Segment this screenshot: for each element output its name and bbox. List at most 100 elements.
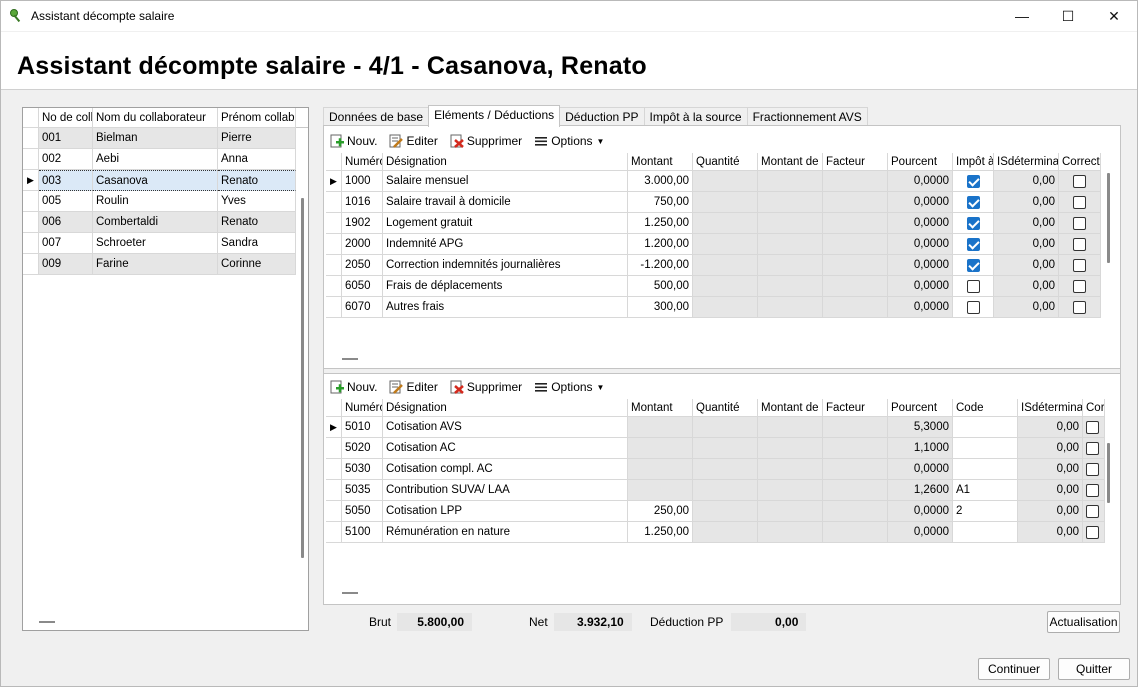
col-header-no[interactable]: No de colla [39, 108, 93, 128]
employee-row[interactable]: ▶ 003 Casanova Renato [23, 170, 308, 191]
options-element-button[interactable]: Options ▼ [534, 134, 604, 148]
impot-checkbox[interactable] [966, 258, 980, 272]
grid-splitter[interactable] [324, 368, 1120, 374]
employee-row[interactable]: 006 Combertaldi Renato [23, 212, 308, 233]
deduction-code[interactable] [953, 417, 1018, 438]
col-header[interactable]: Correction [1059, 153, 1101, 171]
col-header[interactable]: Pourcent [888, 399, 953, 417]
deductions-scrollbar[interactable] [1107, 443, 1110, 503]
element-montant[interactable]: 1.250,00 [628, 213, 693, 234]
elements-scrollbar[interactable] [1107, 173, 1110, 263]
deduction-row[interactable]: 5035 Contribution SUVA/ LAA 1,2600 A1 0,00 [326, 480, 1105, 501]
impot-checkbox[interactable] [966, 216, 980, 230]
element-montant[interactable]: 500,00 [628, 276, 693, 297]
tab-donnees-de-base[interactable]: Données de base [323, 107, 430, 127]
element-montant[interactable]: 3.000,00 [628, 171, 693, 192]
new-element-button[interactable]: Nouv. [330, 134, 377, 148]
col-header[interactable]: ISdéterminan [1018, 399, 1083, 417]
deduction-code[interactable] [953, 459, 1018, 480]
deduction-code[interactable]: 2 [953, 501, 1018, 522]
col-header[interactable]: ISdéterminan [994, 153, 1059, 171]
col-header-prenom[interactable]: Prénom collabor [218, 108, 296, 128]
col-header[interactable]: Numéro [342, 399, 383, 417]
col-header[interactable]: Quantité [693, 153, 758, 171]
close-button[interactable]: ✕ [1091, 1, 1137, 31]
col-header[interactable]: Pourcent [888, 153, 953, 171]
deduction-code[interactable] [953, 438, 1018, 459]
tab-deduction-pp[interactable]: Déduction PP [559, 107, 645, 127]
correction-checkbox[interactable] [1086, 525, 1099, 539]
refresh-button[interactable]: Actualisation [1047, 611, 1120, 633]
employee-grid[interactable]: No de colla Nom du collaborateur Prénom … [22, 107, 309, 631]
col-header-nom[interactable]: Nom du collaborateur [93, 108, 218, 128]
edit-element-button[interactable]: Editer [389, 134, 438, 148]
correction-checkbox[interactable] [1086, 420, 1099, 434]
impot-checkbox[interactable] [966, 174, 980, 188]
deduction-montant[interactable] [628, 438, 693, 459]
element-row[interactable]: 2000 Indemnité APG 1.200,00 0,0000 0,00 [326, 234, 1101, 255]
col-header[interactable]: Désignation [383, 153, 628, 171]
employee-row[interactable]: 001 Bielman Pierre [23, 128, 308, 149]
impot-checkbox[interactable] [966, 300, 980, 314]
elements-grid[interactable]: Numéro Désignation Montant Quantité Montant … [326, 153, 1101, 318]
col-header[interactable]: Facteur [823, 399, 888, 417]
correction-checkbox[interactable] [1073, 300, 1086, 314]
deductions-grid[interactable]: Numéro Désignation Montant Quantité Montant … [326, 399, 1105, 543]
employee-row[interactable]: 007 Schroeter Sandra [23, 233, 308, 254]
employee-row[interactable]: 005 Roulin Yves [23, 191, 308, 212]
continue-button[interactable]: Continuer [978, 658, 1050, 680]
correction-checkbox[interactable] [1073, 216, 1086, 230]
col-header[interactable]: Montant [628, 399, 693, 417]
deduction-montant[interactable] [628, 480, 693, 501]
deduction-montant[interactable]: 1.250,00 [628, 522, 693, 543]
impot-checkbox[interactable] [966, 195, 980, 209]
deduction-code[interactable]: A1 [953, 480, 1018, 501]
deduction-row[interactable]: 5020 Cotisation AC 1,1000 0,00 [326, 438, 1105, 459]
tab-fractionnement-avs[interactable]: Fractionnement AVS [746, 107, 868, 127]
tab-elements-deductions[interactable]: Eléments / Déductions [428, 105, 561, 127]
element-row[interactable]: 6050 Frais de déplacements 500,00 0,0000 0,0… [326, 276, 1101, 297]
element-row[interactable]: 6070 Autres frais 300,00 0,0000 0,00 [326, 297, 1101, 318]
correction-checkbox[interactable] [1073, 258, 1086, 272]
correction-checkbox[interactable] [1086, 504, 1099, 518]
options-deduction-button[interactable]: Options ▼ [534, 380, 604, 394]
element-row[interactable]: 1902 Logement gratuit 1.250,00 0,0000 0,00 [326, 213, 1101, 234]
col-header[interactable]: Numéro [342, 153, 383, 171]
correction-checkbox[interactable] [1073, 237, 1086, 251]
minimize-button[interactable]: — [999, 1, 1045, 31]
deduction-row[interactable]: ▶ 5010 Cotisation AVS 5,3000 0,00 [326, 417, 1105, 438]
employee-row[interactable]: 002 Aebi Anna [23, 149, 308, 170]
col-header[interactable]: Désignation [383, 399, 628, 417]
col-header[interactable]: Code [953, 399, 1018, 417]
tab-impot-source[interactable]: Impôt à la source [643, 107, 748, 127]
delete-deduction-button[interactable]: Supprimer [450, 380, 522, 394]
impot-checkbox[interactable] [966, 237, 980, 251]
col-header[interactable]: Montant de b [758, 399, 823, 417]
element-montant[interactable]: 750,00 [628, 192, 693, 213]
col-header[interactable]: Facteur [823, 153, 888, 171]
deduction-row[interactable]: 5030 Cotisation compl. AC 0,0000 0,00 [326, 459, 1105, 480]
col-header[interactable]: Montant [628, 153, 693, 171]
deduction-montant[interactable] [628, 417, 693, 438]
correction-checkbox[interactable] [1086, 462, 1099, 476]
element-montant[interactable]: 1.200,00 [628, 234, 693, 255]
deduction-code[interactable] [953, 522, 1018, 543]
new-deduction-button[interactable]: Nouv. [330, 380, 377, 394]
maximize-button[interactable]: ☐ [1045, 1, 1091, 31]
deduction-montant[interactable]: 250,00 [628, 501, 693, 522]
correction-checkbox[interactable] [1086, 441, 1099, 455]
correction-checkbox[interactable] [1073, 195, 1086, 209]
impot-checkbox[interactable] [966, 279, 980, 293]
employee-scrollbar[interactable] [301, 198, 304, 558]
delete-element-button[interactable]: Supprimer [450, 134, 522, 148]
element-row[interactable]: 2050 Correction indemnités journalières -1… [326, 255, 1101, 276]
deduction-row[interactable]: 5050 Cotisation LPP 250,00 0,0000 2 0,00 [326, 501, 1105, 522]
element-row[interactable]: ▶ 1000 Salaire mensuel 3.000,00 0,0000 0,00 [326, 171, 1101, 192]
col-header[interactable]: Impôt à [953, 153, 994, 171]
element-montant[interactable]: 300,00 [628, 297, 693, 318]
quit-button[interactable]: Quitter [1058, 658, 1130, 680]
element-montant[interactable]: -1.200,00 [628, 255, 693, 276]
employee-row[interactable]: 009 Farine Corinne [23, 254, 308, 275]
element-row[interactable]: 1016 Salaire travail à domicile 750,00 0,00… [326, 192, 1101, 213]
correction-checkbox[interactable] [1073, 174, 1086, 188]
